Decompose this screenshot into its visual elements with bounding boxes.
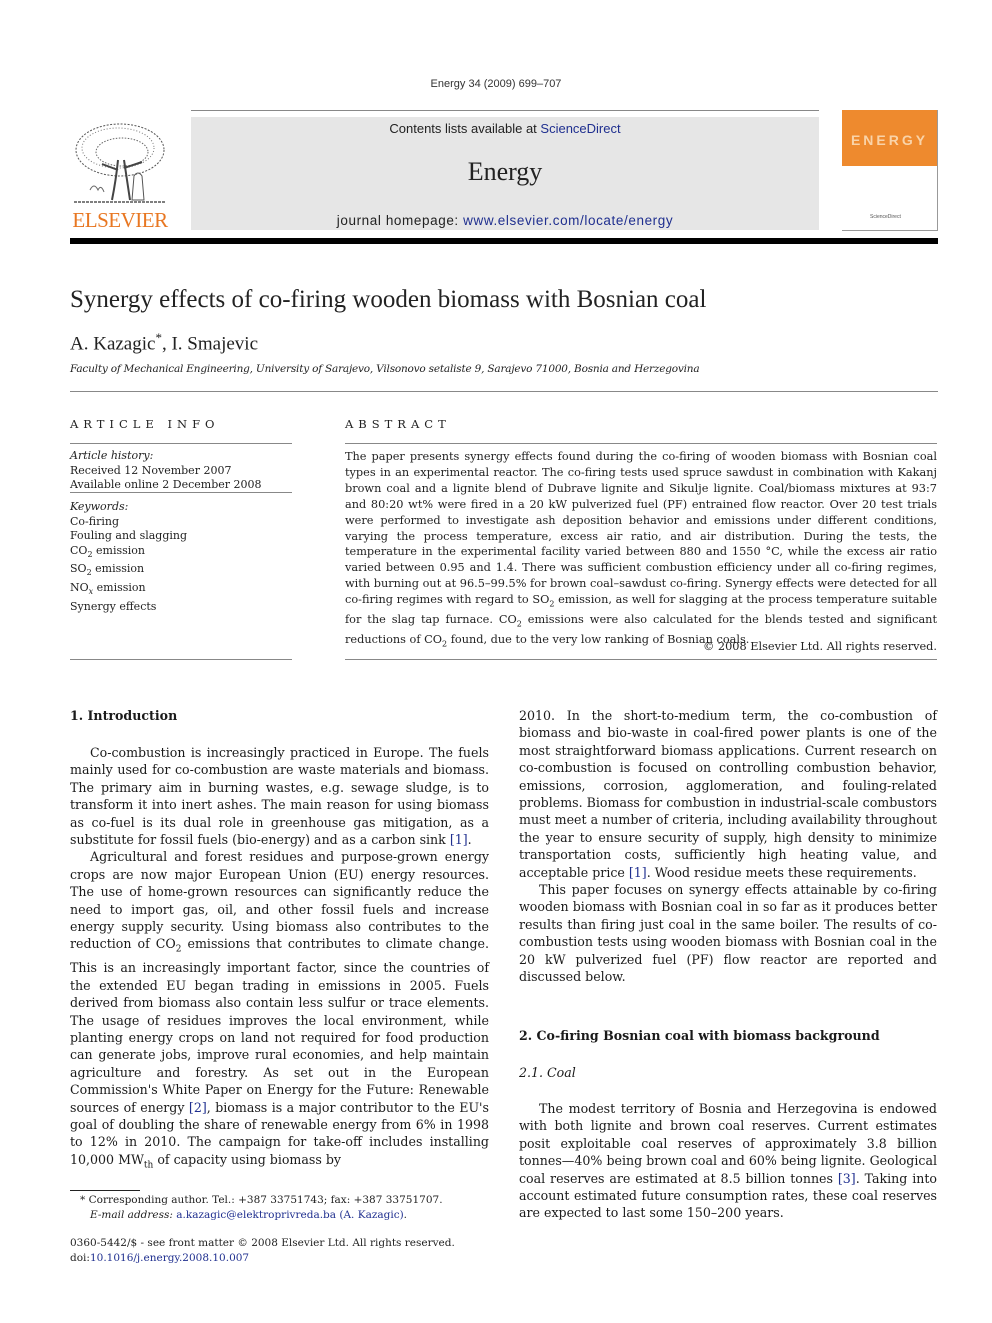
elsevier-tree-icon: [74, 123, 166, 203]
reference-link[interactable]: [3]: [838, 1171, 856, 1186]
abstract-rule: [345, 443, 937, 444]
title-rule: [70, 391, 938, 392]
running-header: Energy 34 (2009) 699–707: [430, 78, 562, 90]
abstract-copyright: © 2008 Elsevier Ltd. All rights reserved…: [703, 640, 937, 653]
history-rule: [70, 492, 292, 493]
doi-link[interactable]: 10.1016/j.energy.2008.10.007: [90, 1252, 249, 1264]
journal-homepage-link[interactable]: www.elsevier.com/locate/energy: [463, 213, 673, 228]
section-heading-co-firing: 2. Co-firing Bosnian coal with biomass b…: [519, 1028, 880, 1043]
paragraph: The modest territory of Bosnia and Herze…: [519, 1101, 937, 1221]
author-email-link[interactable]: a.kazagic@elektroprivreda.ba (A. Kazagic…: [176, 1209, 403, 1221]
paragraph: Co-combustion is increasingly practiced …: [70, 745, 489, 848]
reference-link[interactable]: [1]: [450, 832, 468, 847]
keyword: NOx emission: [70, 580, 146, 597]
cover-title: ENERGY: [850, 132, 929, 148]
author-list: A. Kazagic*, I. Smajevic: [70, 330, 258, 355]
keyword: Co-firing: [70, 514, 119, 528]
keyword: SO2 emission: [70, 562, 145, 578]
section-heading-introduction: 1. Introduction: [70, 708, 178, 723]
right-column-body: 2010. In the short-to-medium term, the c…: [519, 707, 937, 986]
article-history: Article history: Received 12 November 20…: [70, 449, 292, 493]
email-label: E-mail address:: [90, 1208, 177, 1221]
paragraph: This paper focuses on synergy effects at…: [519, 882, 937, 985]
article-info-bottom-rule: [70, 659, 292, 660]
elsevier-wordmark: ELSEVIER: [72, 208, 168, 232]
sciencedirect-link[interactable]: ScienceDirect: [540, 121, 620, 136]
abstract-bottom-rule: [345, 659, 937, 660]
keyword: Fouling and slagging: [70, 529, 188, 542]
front-matter: 0360-5442/$ - see front matter © 2008 El…: [70, 1236, 500, 1265]
masthead-divider: [70, 238, 938, 244]
paragraph: 2010. In the short-to-medium term, the c…: [519, 708, 937, 880]
abstract-body: The paper presents synergy effects found…: [345, 450, 937, 649]
doi-prefix: doi:: [70, 1251, 90, 1264]
keywords-block: Keywords: Co-firing Fouling and slagging…: [70, 500, 292, 614]
author-name[interactable]: A. Kazagic: [70, 333, 155, 354]
journal-cover-thumbnail[interactable]: ENERGY ScienceDirect: [842, 110, 938, 231]
abstract-heading: ABSTRACT: [345, 417, 451, 431]
homepage-line: journal homepage: www.elsevier.com/locat…: [191, 213, 819, 228]
elsevier-logo[interactable]: ELSEVIER: [68, 118, 172, 232]
coal-section-body: The modest territory of Bosnia and Herze…: [519, 1100, 937, 1222]
subsection-heading-coal: 2.1. Coal: [519, 1065, 576, 1080]
journal-banner: Contents lists available at ScienceDirec…: [191, 117, 819, 230]
footnote-rule: [70, 1190, 140, 1191]
reference-link[interactable]: [2]: [189, 1100, 207, 1115]
available-online-date: Available online 2 December 2008: [70, 478, 262, 491]
affiliation: Faculty of Mechanical Engineering, Unive…: [70, 363, 700, 375]
article-info-heading: ARTICLE INFO: [70, 417, 220, 431]
header-rule: [191, 110, 819, 111]
paragraph: Agricultural and forest residues and pur…: [70, 849, 489, 1171]
homepage-prefix: journal homepage:: [336, 213, 464, 228]
received-date: Received 12 November 2007: [70, 463, 232, 477]
footnote: * Corresponding author. Tel.: +387 33751…: [80, 1194, 443, 1221]
article-title: Synergy effects of co-firing wooden biom…: [70, 286, 707, 313]
cover-sciencedirect-mark: ScienceDirect: [870, 214, 901, 220]
contents-line: Contents lists available at ScienceDirec…: [191, 121, 819, 136]
corresponding-author-contact: Corresponding author. Tel.: +387 3375174…: [85, 1194, 443, 1206]
left-column-body: Co-combustion is increasingly practiced …: [70, 744, 489, 1175]
author-name[interactable]: I. Smajevic: [171, 333, 258, 354]
reference-link[interactable]: [1]: [629, 865, 647, 880]
journal-name: Energy: [467, 157, 543, 186]
contents-prefix: Contents lists available at: [389, 121, 541, 136]
keywords-label: Keywords:: [70, 500, 129, 513]
keyword: CO2 emission: [70, 543, 146, 559]
issn-line: 0360-5442/$ - see front matter © 2008 El…: [70, 1237, 455, 1249]
keyword: Synergy effects: [70, 599, 157, 613]
article-info-rule: [70, 443, 292, 444]
history-label: Article history:: [70, 449, 154, 462]
